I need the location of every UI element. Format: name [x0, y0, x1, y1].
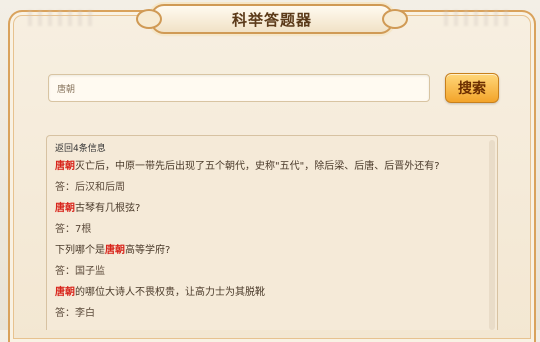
title-decoration-left [22, 10, 92, 26]
scroll-ornament-left-icon [136, 9, 162, 29]
title-decoration-right [438, 10, 508, 26]
window-title: 科举答题器 [231, 10, 312, 29]
title-plaque: 科举答题器 [136, 4, 408, 34]
answer-line: 答：后汉和后周 [55, 182, 125, 193]
results-count: 返回4条信息 [55, 144, 106, 154]
keyword-highlight: 唐朝 [55, 161, 75, 172]
search-button[interactable]: 搜索 [445, 73, 499, 103]
answer-line: 答：国子监 [55, 266, 105, 277]
keyword-highlight: 唐朝 [105, 245, 125, 256]
answer-line: 答：李白 [55, 308, 95, 319]
results-scrollbar[interactable] [489, 140, 495, 330]
answer-line: 答：7根 [55, 224, 92, 235]
question-line: 唐朝的哪位大诗人不畏权贵，让高力士为其脱靴 [55, 287, 265, 298]
keyword-highlight: 唐朝 [55, 203, 75, 214]
scroll-ornament-right-icon [382, 9, 408, 29]
results-box[interactable]: 返回4条信息 唐朝灭亡后，中原一带先后出现了五个朝代，史称"五代"，除后梁、后唐… [46, 135, 498, 330]
search-input[interactable] [48, 74, 430, 102]
question-line: 下列哪个是唐朝高等学府? [55, 245, 171, 256]
question-line: 唐朝灭亡后，中原一带先后出现了五个朝代，史称"五代"，除后梁、后唐、后晋外还有? [55, 161, 440, 172]
question-line: 唐朝古琴有几根弦? [55, 203, 141, 214]
keyword-highlight: 唐朝 [55, 287, 75, 298]
